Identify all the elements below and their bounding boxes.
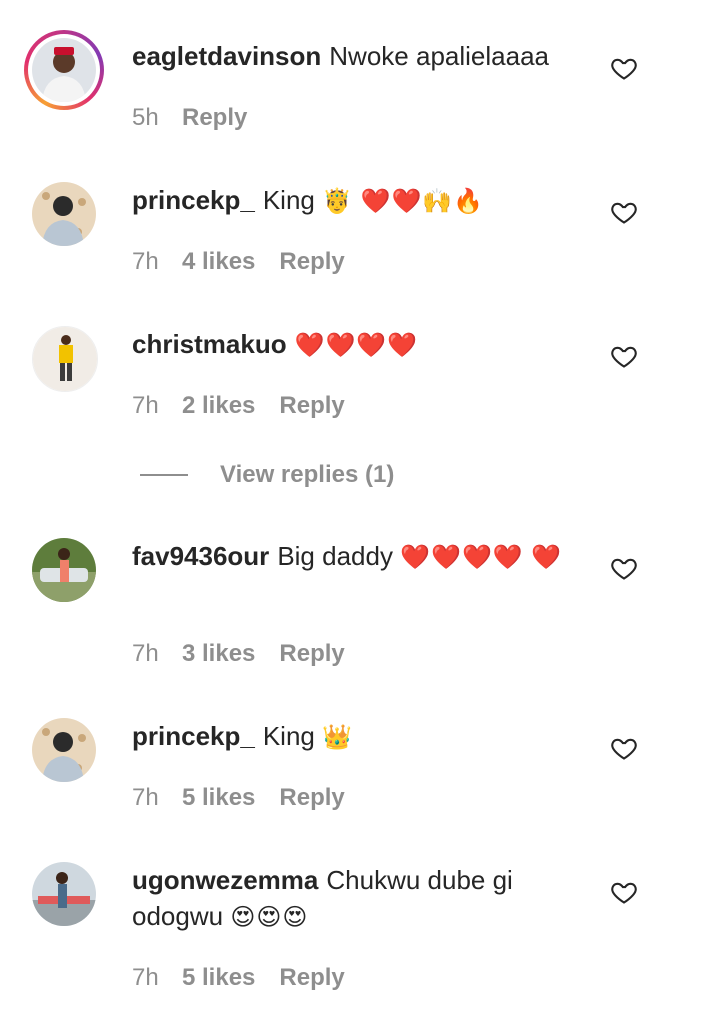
avatar[interactable] — [32, 862, 96, 926]
view-replies-label: View replies (1) — [220, 461, 395, 488]
username[interactable]: princekp_ — [132, 721, 255, 751]
avatar[interactable] — [32, 182, 96, 246]
likes-count[interactable]: 3 likes — [182, 640, 255, 668]
reply-button[interactable]: Reply — [279, 784, 344, 812]
avatar[interactable] — [32, 538, 96, 602]
heart-outline-icon[interactable] — [610, 342, 638, 370]
comment-meta: 7h 2 likes Reply — [132, 392, 345, 420]
timestamp: 7h — [132, 640, 159, 667]
likes-count[interactable]: 5 likes — [182, 784, 255, 812]
likes-count[interactable]: 4 likes — [182, 248, 255, 276]
username[interactable]: fav9436our — [132, 541, 269, 571]
avatar[interactable] — [32, 718, 96, 782]
avatar[interactable] — [32, 38, 96, 102]
comment-text: ugonwezemma Chukwu dube gi odogwu 😍😍😍 — [132, 862, 572, 936]
story-ring[interactable] — [24, 30, 104, 110]
comment-text: christmakuo ❤️❤️❤️❤️ — [132, 326, 572, 364]
comment-text: fav9436our Big daddy ❤️❤️❤️❤️ ❤️ — [132, 538, 572, 576]
comment-emoji: ❤️❤️❤️❤️ ❤️ — [400, 544, 563, 571]
heart-outline-icon[interactable] — [610, 54, 638, 82]
comment-meta: 5h Reply — [132, 104, 247, 132]
comment-body: Nwoke apalielaaaa — [329, 41, 549, 71]
comment-body: King — [262, 721, 315, 751]
comment-meta: 7h 4 likes Reply — [132, 248, 345, 276]
likes-count[interactable]: 5 likes — [182, 964, 255, 992]
avatar[interactable] — [32, 326, 98, 392]
timestamp: 7h — [132, 392, 159, 419]
comment-meta: 7h 3 likes Reply — [132, 640, 345, 668]
divider-line — [140, 474, 188, 476]
username[interactable]: ugonwezemma — [132, 865, 318, 895]
timestamp: 7h — [132, 784, 159, 811]
comment-text: princekp_ King 👑 — [132, 718, 572, 756]
heart-outline-icon[interactable] — [610, 554, 638, 582]
comment-meta: 7h 5 likes Reply — [132, 964, 345, 992]
comment-body: King — [262, 185, 315, 215]
reply-button[interactable]: Reply — [279, 640, 344, 668]
timestamp: 7h — [132, 248, 159, 275]
comment-emoji: 🤴 ❤️❤️🙌🔥 — [322, 188, 485, 215]
heart-outline-icon[interactable] — [610, 734, 638, 762]
comment-emoji: ❤️❤️❤️❤️ — [294, 332, 419, 359]
comment-body: Big daddy — [277, 541, 393, 571]
username[interactable]: princekp_ — [132, 185, 255, 215]
comment-emoji: 😍😍😍 — [230, 904, 309, 931]
reply-button[interactable]: Reply — [279, 392, 344, 420]
timestamp: 7h — [132, 964, 159, 991]
view-replies-button[interactable]: View replies (1) — [140, 460, 394, 490]
comment-emoji: 👑 — [322, 724, 353, 751]
heart-outline-icon[interactable] — [610, 198, 638, 226]
reply-button[interactable]: Reply — [182, 104, 247, 132]
username[interactable]: eagletdavinson — [132, 41, 321, 71]
reply-button[interactable]: Reply — [279, 964, 344, 992]
username[interactable]: christmakuo — [132, 329, 287, 359]
comment-text: princekp_ King 🤴 ❤️❤️🙌🔥 — [132, 182, 572, 220]
comment-meta: 7h 5 likes Reply — [132, 784, 345, 812]
timestamp: 5h — [132, 104, 159, 131]
heart-outline-icon[interactable] — [610, 878, 638, 906]
reply-button[interactable]: Reply — [279, 248, 344, 276]
comment-text: eagletdavinson Nwoke apalielaaaa — [132, 38, 572, 74]
likes-count[interactable]: 2 likes — [182, 392, 255, 420]
